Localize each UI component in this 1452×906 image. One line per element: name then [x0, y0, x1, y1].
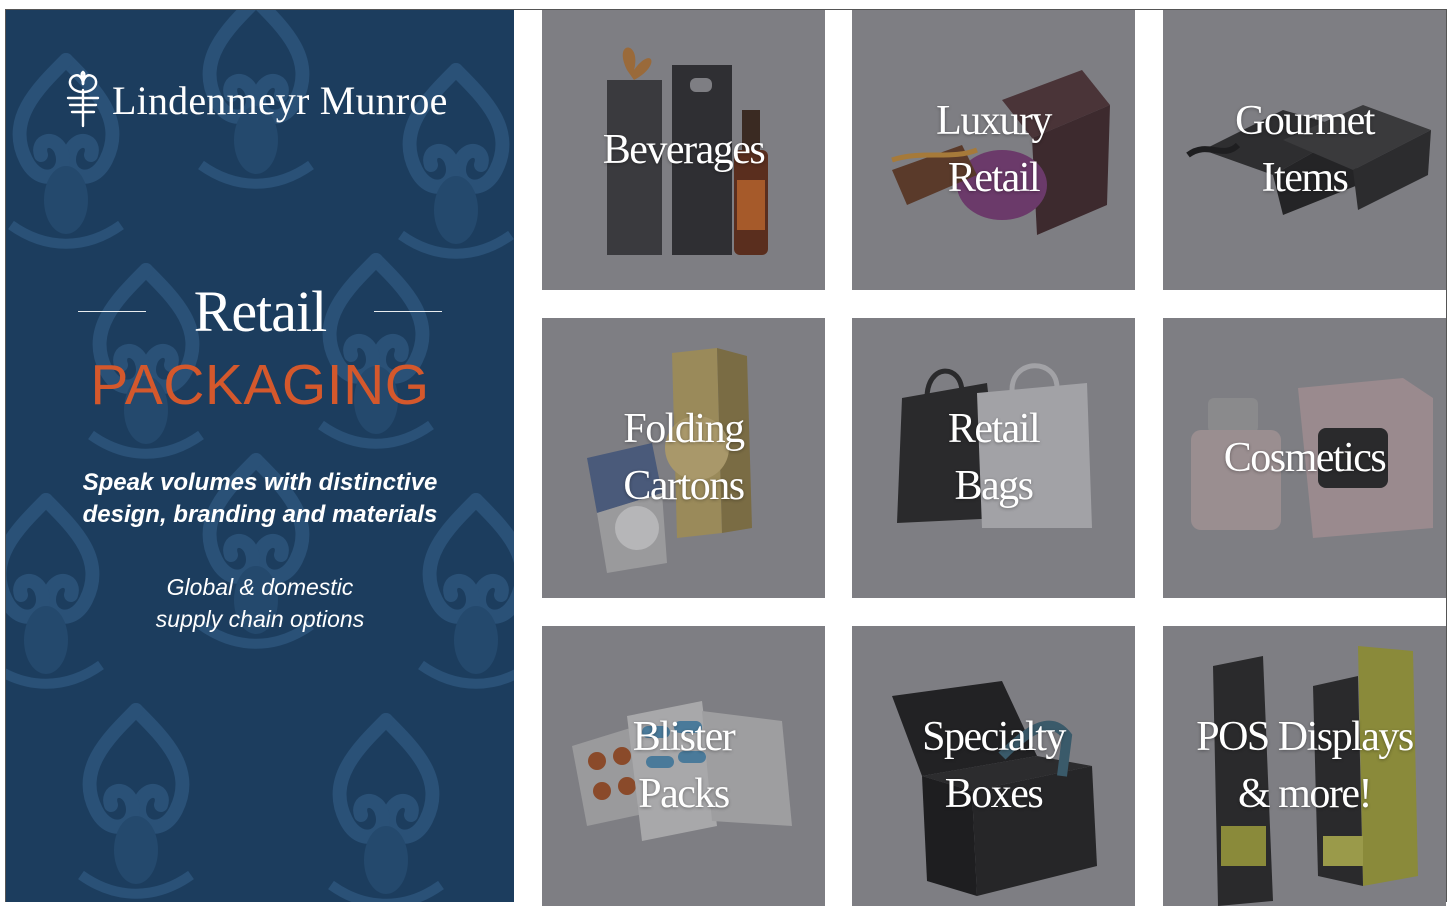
hero-title-accent: PACKAGING: [90, 353, 430, 417]
tile-beverages[interactable]: Beverages: [542, 10, 825, 290]
tile-label-line-2: & more!: [1238, 771, 1372, 817]
tagline-line-2: design, branding and materials: [82, 501, 438, 528]
tile-label-line-1: Beverages: [602, 126, 766, 173]
tile-folding-cartons[interactable]: Folding Cartons: [542, 318, 825, 598]
tile-label: Cosmetics: [1163, 318, 1446, 598]
tile-retail-bags[interactable]: Retail Bags: [852, 318, 1135, 598]
tile-luxury-retail[interactable]: Luxury Retail: [852, 10, 1135, 290]
tile-blister-packs[interactable]: Blister Packs: [542, 626, 825, 906]
hero-supply-text: Global & domestic supply chain options: [6, 571, 514, 635]
tile-label-line-2: Retail: [947, 155, 1041, 201]
tile-label: Luxury Retail: [852, 10, 1135, 290]
tile-label-line-1: Folding: [623, 406, 745, 452]
brand-name: Lindenmeyr Munroe: [112, 77, 448, 123]
title-rule-left: [77, 310, 146, 312]
tile-specialty-boxes[interactable]: Specialty Boxes: [852, 626, 1135, 906]
tile-label-line-1: Gourmet: [1235, 98, 1375, 144]
tile-label-line-2: Packs: [638, 771, 730, 817]
tile-label: POS Displays & more!: [1163, 626, 1446, 906]
fleur-icon: [66, 70, 100, 128]
tile-label: Specialty Boxes: [852, 626, 1135, 906]
supply-line-1: Global & domestic: [166, 574, 354, 600]
tile-pos-displays[interactable]: POS Displays & more!: [1163, 626, 1446, 906]
tile-label: Gourmet Items: [1163, 10, 1446, 290]
tile-label-line-2: Items: [1261, 155, 1349, 201]
hero-panel: Lindenmeyr Munroe Retail PACKAGING Speak…: [6, 10, 514, 902]
hero-tagline: Speak volumes with distinctive design, b…: [6, 467, 514, 531]
tile-cosmetics[interactable]: Cosmetics: [1163, 318, 1446, 598]
hero-title-serif: Retail: [193, 278, 328, 344]
tile-label: Folding Cartons: [542, 318, 825, 598]
tile-label-line-1: Luxury: [936, 98, 1052, 144]
tile-gourmet-items[interactable]: Gourmet Items: [1163, 10, 1446, 290]
tile-label-line-1: Retail: [947, 406, 1041, 452]
tile-label-line-1: Cosmetics: [1223, 434, 1387, 481]
tile-label: Beverages: [542, 10, 825, 290]
tagline-line-1: Speak volumes with distinctive: [82, 469, 438, 496]
tile-label: Retail Bags: [852, 318, 1135, 598]
tile-label: Blister Packs: [542, 626, 825, 906]
tile-label-line-2: Cartons: [623, 463, 745, 509]
tile-label-line-1: POS Displays: [1196, 714, 1414, 760]
title-rule-right: [374, 310, 443, 312]
damask-pattern: [6, 10, 514, 902]
supply-line-2: supply chain options: [155, 606, 365, 632]
tile-label-line-2: Bags: [954, 463, 1035, 509]
tile-label-line-1: Blister: [632, 714, 736, 760]
brand-logo[interactable]: Lindenmeyr Munroe: [60, 70, 448, 130]
tile-label-line-2: Boxes: [944, 771, 1044, 817]
hero-title-row: Retail: [6, 278, 514, 344]
tile-label-line-1: Specialty: [922, 714, 1066, 760]
